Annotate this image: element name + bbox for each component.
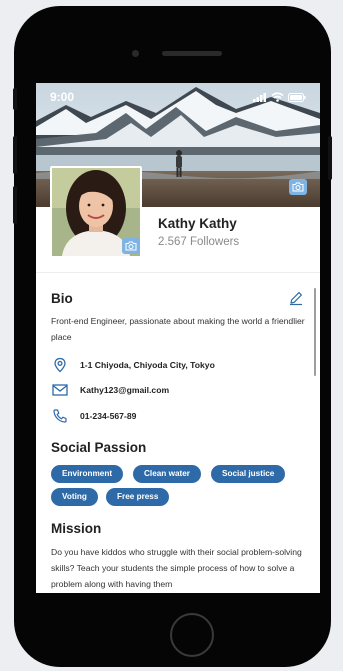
phone-text[interactable]: 01-234-567-89 [80, 411, 136, 421]
power-button [328, 136, 332, 180]
email-text[interactable]: Kathy123@gmail.com [80, 385, 169, 395]
front-camera [132, 50, 139, 57]
signal-icon [253, 92, 266, 102]
status-time: 9:00 [50, 90, 75, 104]
volume-up-button [13, 136, 17, 174]
divider [36, 272, 320, 273]
bio-heading: Bio [51, 291, 73, 306]
battery-icon [288, 92, 306, 102]
app-screen: 9:00 Kathy Kathy 2.567 Followers Bio Fro… [36, 83, 320, 593]
wifi-icon [271, 92, 284, 102]
profile-name: Kathy Kathy [158, 216, 237, 231]
location-pin-icon [54, 357, 66, 373]
tag-social-justice[interactable]: Social justice [211, 465, 286, 483]
camera-icon [292, 182, 304, 192]
home-button[interactable] [170, 613, 214, 657]
tag-environment[interactable]: Environment [51, 465, 124, 483]
volume-down-button [13, 186, 17, 224]
earpiece-speaker [162, 51, 222, 56]
social-passion-heading: Social Passion [51, 440, 147, 455]
status-bar: 9:00 [36, 83, 320, 111]
bio-text: Front-end Engineer, passionate about mak… [51, 316, 305, 342]
pencil-icon [290, 292, 302, 306]
tag-voting[interactable]: Voting [51, 488, 98, 506]
email-row: Kathy123@gmail.com [51, 381, 169, 399]
tag-free-press[interactable]: Free press [106, 488, 170, 506]
tag-clean-water[interactable]: Clean water [133, 465, 201, 483]
edit-bio-button[interactable] [288, 290, 304, 311]
camera-icon [125, 241, 137, 251]
followers-count[interactable]: 2.567 Followers [158, 236, 239, 248]
change-avatar-camera-button[interactable] [122, 238, 140, 254]
phone-icon [53, 409, 67, 423]
mission-text: Do you have kiddos who struggle with the… [51, 547, 302, 589]
mute-switch [13, 88, 17, 110]
address-row: 1-1 Chiyoda, Chiyoda City, Tokyo [51, 356, 215, 374]
change-cover-camera-button[interactable] [289, 179, 307, 195]
mission-heading: Mission [51, 521, 102, 536]
phone-row: 01-234-567-89 [51, 407, 136, 425]
scrollbar[interactable] [314, 288, 316, 376]
address-text: 1-1 Chiyoda, Chiyoda City, Tokyo [80, 360, 215, 370]
mail-icon [52, 384, 68, 396]
